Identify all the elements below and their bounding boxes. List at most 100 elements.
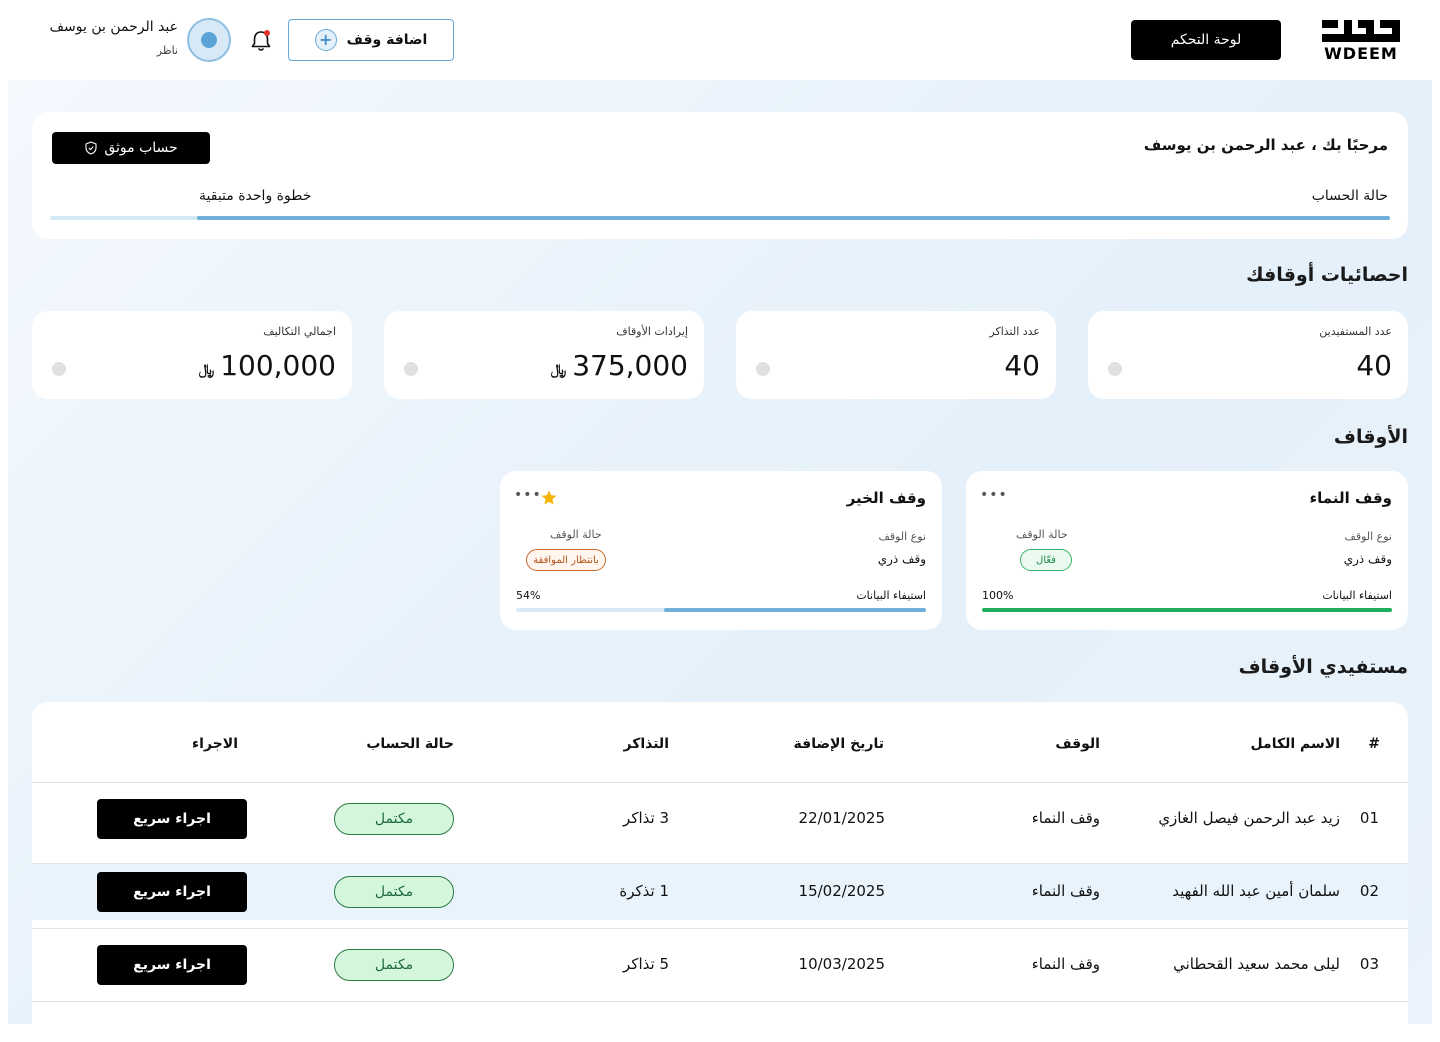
beneficiaries-table: # الاسم الكامل الوقف تاريخ الإضافة التذا… [32, 702, 1408, 1042]
table-row[interactable]: 01 زيد عبد الرحمن فيصل الغازي وقف النماء… [32, 782, 1408, 855]
stat-card-revenue: إيرادات الأوقاف ﷼ 375,000 [384, 311, 704, 399]
stat-label: اجمالي التكاليف [263, 325, 336, 338]
waqf-status-badge: فعّال [1020, 549, 1072, 571]
column-header-number: # [1368, 736, 1380, 752]
row-waqf: وقف النماء [1031, 882, 1100, 900]
avatar[interactable] [187, 18, 231, 62]
stat-card-beneficiaries: عدد المستفيدين 40 [1088, 311, 1408, 399]
stat-label: إيرادات الأوقاف [616, 325, 688, 338]
currency-symbol: ﷼ [198, 362, 215, 378]
column-header-waqf: الوقف [1055, 736, 1100, 752]
stat-value: ﷼ 100,000 [199, 349, 336, 382]
waqf-name: وقف الخير [846, 489, 926, 507]
waqf-progress-percent: 100% [982, 589, 1014, 602]
stat-number: 40 [1356, 349, 1392, 382]
more-icon[interactable]: ••• [514, 487, 542, 503]
user-name: عبد الرحمن بن يوسف [49, 19, 178, 35]
status-badge: مكتمل [334, 876, 454, 908]
table-row[interactable]: 02 سلمان أمين عبد الله الفهيد وقف النماء… [32, 863, 1408, 920]
verified-account-button[interactable]: حساب موثق [52, 132, 210, 164]
row-date: 10/03/2025 [798, 955, 885, 973]
user-role: ناظر [156, 44, 178, 57]
row-number: 02 [1359, 882, 1379, 900]
stat-indicator-dot [404, 362, 418, 376]
logo-mark [1322, 20, 1400, 42]
step-remaining-label: خطوة واحدة متبقية [199, 188, 312, 204]
quick-action-button[interactable]: اجراء سريع [97, 872, 247, 912]
column-header-tickets: التذاكر [623, 736, 669, 752]
stat-value: 40 [1004, 349, 1040, 382]
column-header-name: الاسم الكامل [1250, 736, 1340, 752]
table-row-divider [32, 1001, 1408, 1042]
waqf-status-badge: بانتظار الموافقة [526, 549, 606, 571]
row-date: 22/01/2025 [798, 809, 885, 827]
row-name: ليلى محمد سعيد القحطاني [1173, 955, 1340, 973]
row-waqf: وقف النماء [1031, 955, 1100, 973]
stat-card-tickets: عدد التذاكر 40 [736, 311, 1056, 399]
logo-text: WDEEM [1324, 44, 1398, 63]
row-name: سلمان أمين عبد الله الفهيد [1172, 882, 1340, 900]
star-icon[interactable] [540, 489, 558, 507]
stat-number: 375,000 [572, 349, 688, 382]
stat-card-costs: اجمالي التكاليف ﷼ 100,000 [32, 311, 352, 399]
waqf-progress-fill [982, 608, 1392, 612]
stat-value: 40 [1356, 349, 1392, 382]
stat-label: عدد المستفيدين [1319, 325, 1392, 338]
verified-label: حساب موثق [104, 140, 178, 156]
stat-indicator-dot [52, 362, 66, 376]
waqf-type: وقف ذري [877, 552, 926, 566]
column-header-action: الاجراء [192, 736, 238, 752]
bell-icon[interactable] [248, 28, 274, 54]
row-number: 03 [1359, 955, 1379, 973]
shield-check-icon [85, 141, 97, 155]
add-waqf-label: اضافة وقف [346, 32, 428, 48]
account-status-label: حالة الحساب [1311, 188, 1388, 204]
add-waqf-button[interactable]: اضافة وقف + [288, 19, 454, 61]
waqf-progress-track [982, 608, 1392, 612]
stat-label: عدد التذاكر [989, 325, 1040, 338]
row-date: 15/02/2025 [798, 882, 885, 900]
table-row[interactable]: 03 ليلى محمد سعيد القحطاني وقف النماء 10… [32, 928, 1408, 1001]
top-bar: WDEEM لوحة التحكم اضافة وقف + عبد الرحمن… [0, 0, 1440, 80]
waqf-name: وقف النماء [1309, 489, 1393, 507]
dashboard-button[interactable]: لوحة التحكم [1131, 20, 1281, 60]
row-number: 01 [1359, 809, 1379, 827]
waqf-state-label: حالة الوقف [550, 528, 602, 541]
status-badge: مكتمل [334, 803, 454, 835]
column-header-date: تاريخ الإضافة [793, 736, 884, 752]
status-badge: مكتمل [334, 949, 454, 981]
waqf-card[interactable]: وقف النماء ••• نوع الوقف وقف ذري حالة ال… [966, 471, 1408, 630]
logo[interactable]: WDEEM [1320, 18, 1402, 63]
waqf-progress-track [516, 608, 926, 612]
waqf-data-label: استيفاء البيانات [856, 589, 926, 602]
quick-action-button[interactable]: اجراء سريع [97, 945, 247, 985]
stat-indicator-dot [756, 362, 770, 376]
stat-number: 40 [1004, 349, 1040, 382]
account-progress-fill [197, 216, 1390, 220]
plus-circle-icon: + [314, 29, 337, 51]
welcome-card: مرحبًا بك ، عبد الرحمن بن يوسف حساب موثق… [32, 112, 1408, 239]
stat-number: 100,000 [220, 349, 336, 382]
waqf-state-label: حالة الوقف [1016, 528, 1068, 541]
main-content: مرحبًا بك ، عبد الرحمن بن يوسف حساب موثق… [8, 80, 1432, 1042]
welcome-title: مرحبًا بك ، عبد الرحمن بن يوسف [1143, 136, 1388, 154]
currency-symbol: ﷼ [550, 362, 567, 378]
avatar-icon [201, 32, 217, 48]
row-tickets: 5 تذاكر [623, 955, 669, 973]
stat-value: ﷼ 375,000 [551, 349, 688, 382]
waqf-data-label: استيفاء البيانات [1322, 589, 1392, 602]
row-tickets: 3 تذاكر [623, 809, 669, 827]
waqf-progress-fill [663, 608, 926, 612]
column-header-status: حالة الحساب [366, 736, 454, 752]
beneficiaries-section-title: مستفيدي الأوقاف [1238, 656, 1408, 678]
waqf-card[interactable]: وقف الخير ••• نوع الوقف وقف ذري حالة الو… [500, 471, 942, 630]
account-progress-track [50, 216, 1390, 220]
waqf-type-label: نوع الوقف [1344, 530, 1392, 543]
quick-action-button[interactable]: اجراء سريع [97, 799, 247, 839]
row-waqf: وقف النماء [1031, 809, 1100, 827]
stats-section-title: احصائيات أوقافك [1246, 264, 1408, 286]
waqf-type-label: نوع الوقف [878, 530, 926, 543]
more-icon[interactable]: ••• [980, 487, 1008, 503]
awqaf-section-title: الأوقاف [1333, 426, 1408, 448]
waqf-type: وقف ذري [1343, 552, 1392, 566]
